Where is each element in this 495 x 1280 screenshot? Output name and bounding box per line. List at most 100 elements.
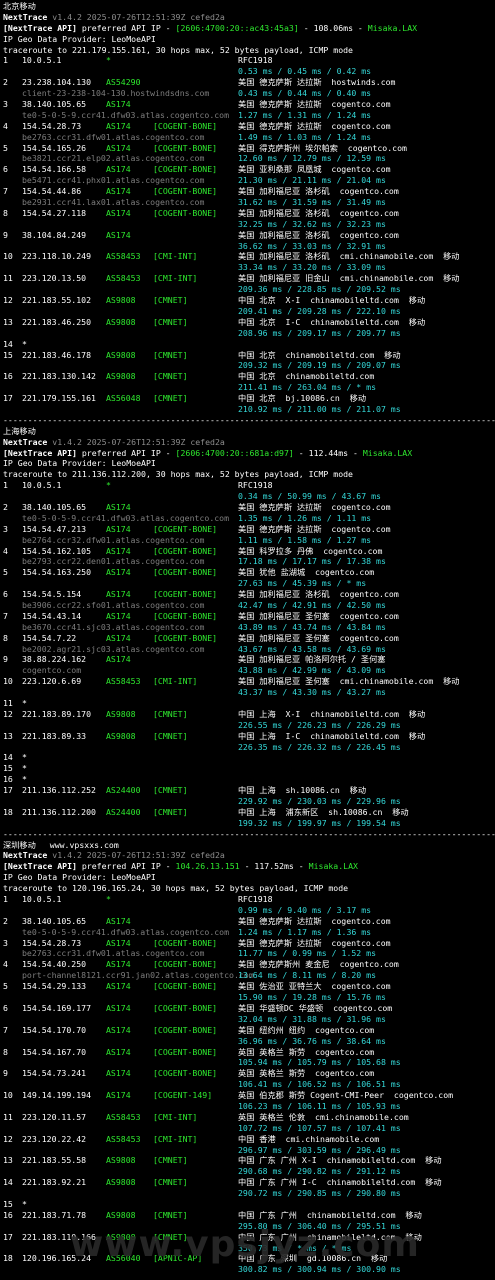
hop-ip: 154.54.169.177 <box>22 1002 92 1013</box>
hop-number: 9 <box>3 1068 8 1079</box>
hop-rdns: be3906.ccr22.sfo01.atlas.cogentco.com <box>22 599 205 610</box>
hop-asn: AS58453 <box>106 251 141 262</box>
api-line: [NextTrace API] preferred API IP - [2606… <box>3 448 495 459</box>
hop-detail-row: be2793.ccr22.den01.atlas.cogentco.com 17.… <box>3 556 495 567</box>
hop-number: 1 <box>3 894 8 905</box>
hop-geo: 中国 上海 sh.10086.cn 移动 <box>238 785 366 796</box>
hop-geo: 美国 加利福尼亚 洛杉矶 cogentco.com <box>238 186 399 197</box>
hop-tag: [COGENT-BONE] <box>153 610 218 621</box>
hop-geo-text: 美国 加利福尼亚 洛杉矶 <box>238 229 330 240</box>
hop-tag: [CMI-INT] <box>153 273 198 284</box>
hop-asn: AS174 <box>106 207 131 218</box>
hop-host: cogentco.com <box>315 567 375 578</box>
hop-host: cogentco.com <box>331 501 391 512</box>
hop-host: cmi.chinamobile.com 移动 <box>339 273 460 284</box>
hop-row: 15 * <box>3 763 495 774</box>
hop-ip: 221.183.130.142 <box>22 371 96 382</box>
hop-geo-text: 英国 英格兰 斯劳 <box>238 1068 306 1079</box>
hop-host: cmi.chinamobile.com <box>315 1111 409 1122</box>
hop-number: 15 <box>3 349 13 360</box>
hop-tag: [COGENT-BONE] <box>153 1024 218 1035</box>
hop-geo: 美国 加利福尼亚 洛杉矶 cmi.chinamobile.com 移动 <box>238 251 459 262</box>
hop-ip: 23.238.104.130 <box>22 77 92 88</box>
hop-geo: 美国 加利福尼亚 洛杉矶 cogentco.com <box>238 208 399 219</box>
hop-ip: 221.183.92.21 <box>22 1177 87 1188</box>
hop-host: chinamobileltd.com 移动 <box>310 708 426 719</box>
hop-geo: 美国 纽约州 纽约 cogentco.com <box>238 1025 374 1036</box>
hop-geo-text: 美国 纽约州 纽约 <box>238 1024 306 1035</box>
hop-row: 8 154.54.167.70 AS174 [COGENT-BONE] 英国 英格兰 斯… <box>3 1047 495 1058</box>
hop-asn: AS174 <box>106 589 131 600</box>
hop-host: cogentco.com <box>339 610 399 621</box>
hop-ip: 38.140.105.65 <box>22 99 87 110</box>
hop-rtt: 43.37 ms / 43.30 ms / 43.27 ms <box>238 687 386 698</box>
hop-row: 10 223.118.10.249 AS58453 [CMI-INT] 美国 加利福尼亚… <box>3 251 495 262</box>
hop-detail-row: 209.32 ms / 209.19 ms / 209.07 ms <box>3 360 495 371</box>
hop-asn: AS9808 <box>106 1177 136 1188</box>
hop-ip: 154.54.73.241 <box>22 1068 87 1079</box>
hop-geo-text: 美国 加利福尼亚 圣何塞 <box>238 632 330 643</box>
hop-rdns: be3670.ccr41.sjc03.atlas.cogentco.com <box>22 621 205 632</box>
hop-row: 5 154.54.163.250 AS174 [COGENT-BONE] 美国 犹他 盐… <box>3 567 495 578</box>
hop-geo: 英国 伯克郡 斯劳 Cogent-CMI-Peer cogentco.com <box>238 1090 453 1101</box>
hop-geo: 美国 犹他 盐湖城 cogentco.com <box>238 567 374 578</box>
hop-rtt: 32.04 ms / 31.88 ms / 31.96 ms <box>238 1013 386 1024</box>
geo-provider-text: IP Geo Data Provider: LeoMoeAPI <box>3 872 156 883</box>
hop-ip: 221.183.55.58 <box>22 1155 87 1166</box>
hop-tag: [CMI-INT] <box>153 1133 198 1144</box>
hop-detail-row: client-23-238-104-130.hostwindsdns.com 0.… <box>3 88 495 99</box>
hop-detail-row: 106.41 ms / 106.52 ms / 106.51 ms <box>3 1079 495 1090</box>
hop-host: sh.10086.cn 移动 <box>328 806 409 817</box>
hop-rtt: 106.23 ms / 106.11 ms / 105.93 ms <box>238 1100 401 1111</box>
hop-ip: 38.88.224.162 <box>22 654 87 665</box>
geo-provider-text: IP Geo Data Provider: LeoMoeAPI <box>3 33 156 44</box>
hop-geo: 美国 科罗拉多 丹佛 cogentco.com <box>238 546 382 557</box>
hop-rdns: client-23-238-104-130.hostwindsdns.com <box>22 88 210 99</box>
hop-number: 3 <box>3 937 8 948</box>
separator-text: ----------------------------------------… <box>3 414 495 425</box>
hop-number: 7 <box>3 186 8 197</box>
hop-ip: 221.183.89.170 <box>22 708 92 719</box>
hop-row: 16 221.183.71.78 AS9808 [CMNET] 中国 广东 广州 chi… <box>3 1210 495 1221</box>
hop-geo-text: 中国 北京 <box>238 371 276 382</box>
hop-detail-row: be3670.ccr41.sjc03.atlas.cogentco.com 43.… <box>3 622 495 633</box>
hop-rtt: 1.35 ms / 1.26 ms / 1.11 ms <box>238 512 372 523</box>
hop-asn: AS174 <box>106 1090 131 1101</box>
hop-detail-row: 32.25 ms / 32.62 ms / 32.23 ms <box>3 219 495 230</box>
hop-tag: [CMI-INT] <box>153 1111 198 1122</box>
hop-geo: 美国 华盛顿DC 华盛顿 cogentco.com <box>238 1003 392 1014</box>
hop-asn: AS174 <box>106 186 131 197</box>
hop-number: 10 <box>3 1090 13 1101</box>
hop-number: 16 <box>3 371 13 382</box>
hop-ip: 223.120.6.69 <box>22 676 82 687</box>
hop-geo-text: RFC1918 <box>238 55 273 66</box>
hop-ip: * <box>22 698 27 708</box>
hop-rtt: 27.63 ms / 45.39 ms / * ms <box>238 578 367 589</box>
hop-asn: AS174 <box>106 501 131 512</box>
version-text: v1.4.2 2025-07-26T12:51:39Z cefed2a <box>52 850 225 861</box>
hop-tag: [COGENT-BONE] <box>153 1002 218 1013</box>
geo-provider-line: IP Geo Data Provider: LeoMoeAPI <box>3 34 495 45</box>
hop-number: 14 <box>3 1177 13 1188</box>
hop-rtt: 107.72 ms / 107.57 ms / 107.41 ms <box>238 1122 401 1133</box>
hop-detail-row: 15.90 ms / 19.28 ms / 15.76 ms <box>3 992 495 1003</box>
hop-number: 17 <box>3 1231 13 1242</box>
hop-row: 15 * <box>3 1199 495 1210</box>
app-name: NextTrace <box>3 850 53 861</box>
hop-ip: 221.183.46.178 <box>22 349 92 360</box>
hop-ip: 154.54.27.118 <box>22 207 87 218</box>
hop-geo: 中国 上海 X-I chinamobileltd.com 移动 <box>238 709 425 720</box>
hop-ip: * <box>22 774 27 785</box>
hop-host: chinamobileltd.com 移动 <box>310 316 426 327</box>
hop-rtt: 229.92 ms / 230.03 ms / 229.96 ms <box>238 796 401 807</box>
hop-host: cogentco.com <box>333 1002 393 1013</box>
hop-number: 7 <box>3 610 8 621</box>
hop-ip: 221.179.155.161 <box>22 393 96 404</box>
hop-detail-row: 43.37 ms / 43.30 ms / 43.27 ms <box>3 687 495 698</box>
hop-rdns: be2931.ccr41.lax01.atlas.cogentco.com <box>22 197 205 208</box>
hop-tag: [COGENT-BONE] <box>153 1046 218 1057</box>
hop-geo: 美国 加利福尼亚 帕洛阿尔托 / 圣何塞 <box>238 654 385 665</box>
hop-rtt: 33.34 ms / 33.20 ms / 33.09 ms <box>238 262 386 273</box>
hop-geo-text: 中国 北京 I-C <box>238 316 301 327</box>
hop-detail-row: 290.68 ms / 290.82 ms / 291.12 ms <box>3 1166 495 1177</box>
